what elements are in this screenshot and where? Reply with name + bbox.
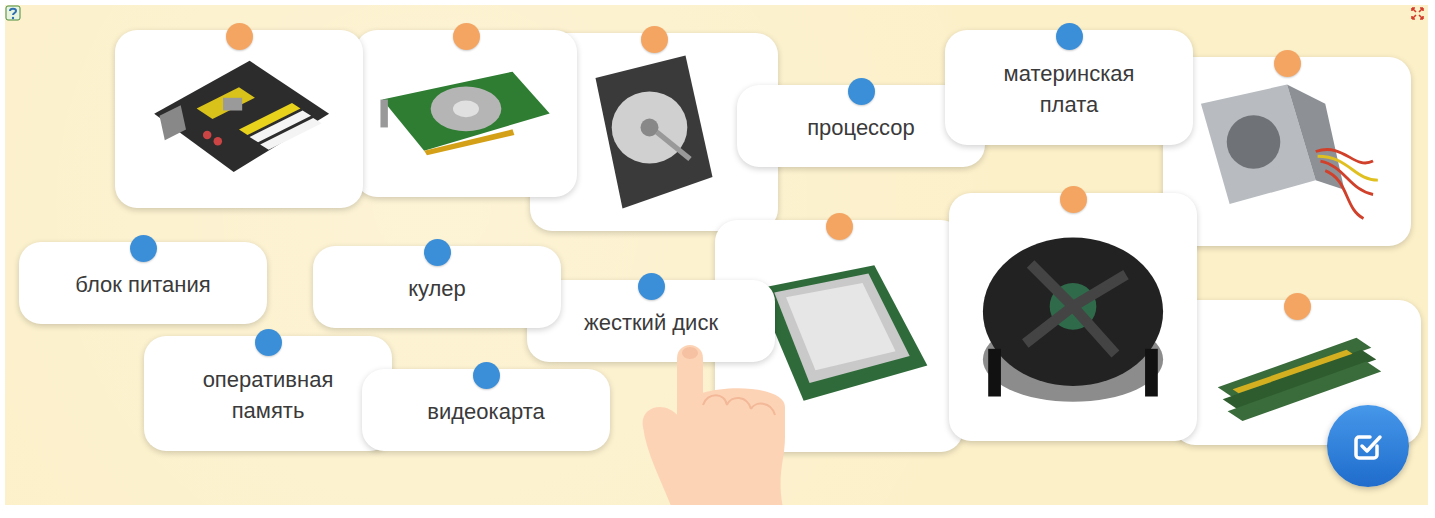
word-text: кулер	[408, 274, 466, 305]
video-card-picture[interactable]	[355, 30, 577, 197]
check-icon	[1351, 429, 1385, 463]
word-text: видеокарта	[427, 397, 544, 428]
pin	[826, 213, 853, 240]
check-button[interactable]	[1327, 405, 1409, 487]
pin	[1060, 186, 1087, 213]
word-text: материнская плата	[984, 59, 1154, 121]
word-card[interactable]: блок питания	[19, 242, 267, 324]
pin	[848, 78, 875, 105]
cooler-picture[interactable]	[949, 193, 1197, 441]
pin	[641, 26, 668, 53]
word-card[interactable]: материнская плата	[945, 30, 1193, 145]
game-board: процессор материнская плата жесткий диск бл…	[5, 5, 1428, 505]
pin	[255, 329, 282, 356]
word-text: жесткий диск	[584, 308, 718, 339]
word-text: процессор	[807, 113, 915, 144]
pin	[1274, 50, 1301, 77]
word-text: оперативная память	[183, 365, 353, 427]
pin	[226, 23, 253, 50]
fullscreen-icon[interactable]	[1411, 7, 1424, 20]
word-card[interactable]: кулер	[313, 246, 561, 328]
word-text: блок питания	[75, 270, 210, 301]
pin	[638, 273, 665, 300]
power-supply-picture[interactable]	[1163, 57, 1411, 246]
pin	[473, 362, 500, 389]
pin	[130, 235, 157, 262]
hand-icon	[635, 287, 805, 505]
motherboard-picture[interactable]	[115, 30, 363, 208]
pin	[453, 23, 480, 50]
pin	[1284, 293, 1311, 320]
word-card[interactable]: оперативная память	[144, 336, 392, 451]
word-card[interactable]: жесткий диск	[527, 280, 775, 362]
word-card[interactable]: видеокарта	[362, 369, 610, 451]
pin	[424, 239, 451, 266]
pin	[1056, 23, 1083, 50]
help-icon[interactable]	[5, 5, 23, 23]
